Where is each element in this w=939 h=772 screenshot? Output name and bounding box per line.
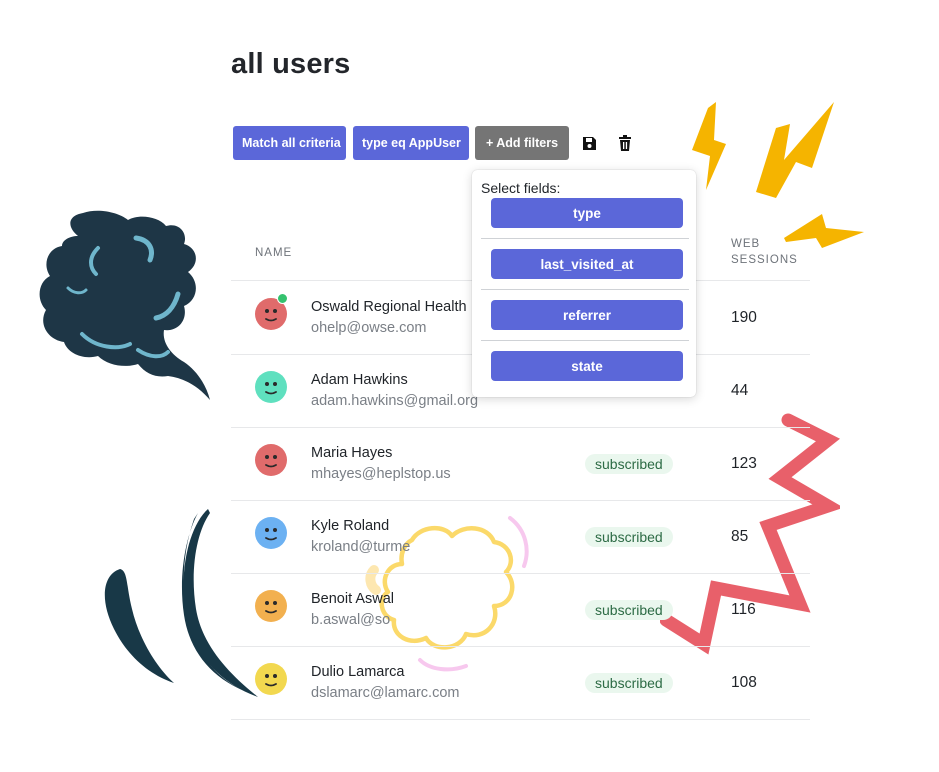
user-name[interactable]: Adam Hawkins (311, 372, 408, 388)
table-row[interactable]: Dulio Lamarca dslamarc@lamarc.com subscrib… (231, 646, 810, 720)
user-email: dslamarc@lamarc.com (311, 685, 460, 701)
web-sessions-count: 108 (731, 674, 757, 691)
table-row[interactable]: Benoit Aswal b.aswal@so subscribed 116 (231, 573, 810, 647)
select-fields-dropdown: Select fields: type last_visited_at refe… (472, 170, 696, 397)
page-title: all users (231, 48, 351, 80)
field-option-state[interactable]: state (491, 351, 683, 381)
user-email: kroland@turme (311, 539, 411, 555)
avatar (255, 517, 287, 549)
user-email: mhayes@heplstop.us (311, 466, 451, 482)
user-email: ohelp@owse.com (311, 320, 427, 336)
user-email: adam.hawkins@gmail.org (311, 393, 479, 409)
user-email: b.aswal@so (311, 612, 391, 628)
dark-cloud-decoration (39, 210, 211, 400)
field-option-last-visited-at[interactable]: last_visited_at (491, 249, 683, 279)
status-badge: subscribed (585, 454, 673, 474)
field-option-type[interactable]: type (491, 198, 683, 228)
avatar (255, 663, 287, 695)
table-row[interactable]: Maria Hayes mhayes@heplstop.us subscribed 1… (231, 427, 810, 501)
column-header-web-sessions[interactable]: WEB SESSIONS (731, 236, 798, 268)
dropdown-divider (481, 289, 689, 290)
avatar (255, 444, 287, 476)
trash-icon[interactable] (616, 134, 634, 152)
user-name[interactable]: Kyle Roland (311, 518, 389, 534)
dropdown-divider (481, 340, 689, 341)
field-option-referrer[interactable]: referrer (491, 300, 683, 330)
column-header-name[interactable]: NAME (255, 245, 292, 261)
user-name[interactable]: Dulio Lamarca (311, 664, 405, 680)
table-row[interactable]: Kyle Roland kroland@turme subscribed 85 (231, 500, 810, 574)
match-all-criteria-button[interactable]: Match all criteria (233, 126, 346, 160)
avatar (255, 371, 287, 403)
user-name[interactable]: Oswald Regional Health (311, 299, 467, 315)
status-badge: subscribed (585, 673, 673, 693)
dropdown-divider (481, 238, 689, 239)
online-status-dot (277, 293, 288, 304)
add-filters-button[interactable]: + Add filters (475, 126, 569, 160)
web-sessions-count: 44 (731, 382, 749, 399)
column-header-web-sessions-line2: SESSIONS (731, 254, 798, 266)
column-header-web-sessions-line1: WEB (731, 238, 761, 250)
status-badge: subscribed (585, 600, 673, 620)
avatar (255, 590, 287, 622)
web-sessions-count: 190 (731, 309, 757, 326)
yellow-lightning-decoration (692, 102, 864, 248)
web-sessions-count: 123 (731, 455, 757, 472)
status-badge: subscribed (585, 527, 673, 547)
web-sessions-count: 85 (731, 528, 749, 545)
save-icon[interactable] (580, 134, 598, 152)
web-sessions-count: 116 (731, 601, 756, 618)
user-name[interactable]: Maria Hayes (311, 445, 392, 461)
filter-chip-type[interactable]: type eq AppUser (353, 126, 469, 160)
user-name[interactable]: Benoit Aswal (311, 591, 394, 607)
select-fields-label: Select fields: (481, 180, 561, 196)
